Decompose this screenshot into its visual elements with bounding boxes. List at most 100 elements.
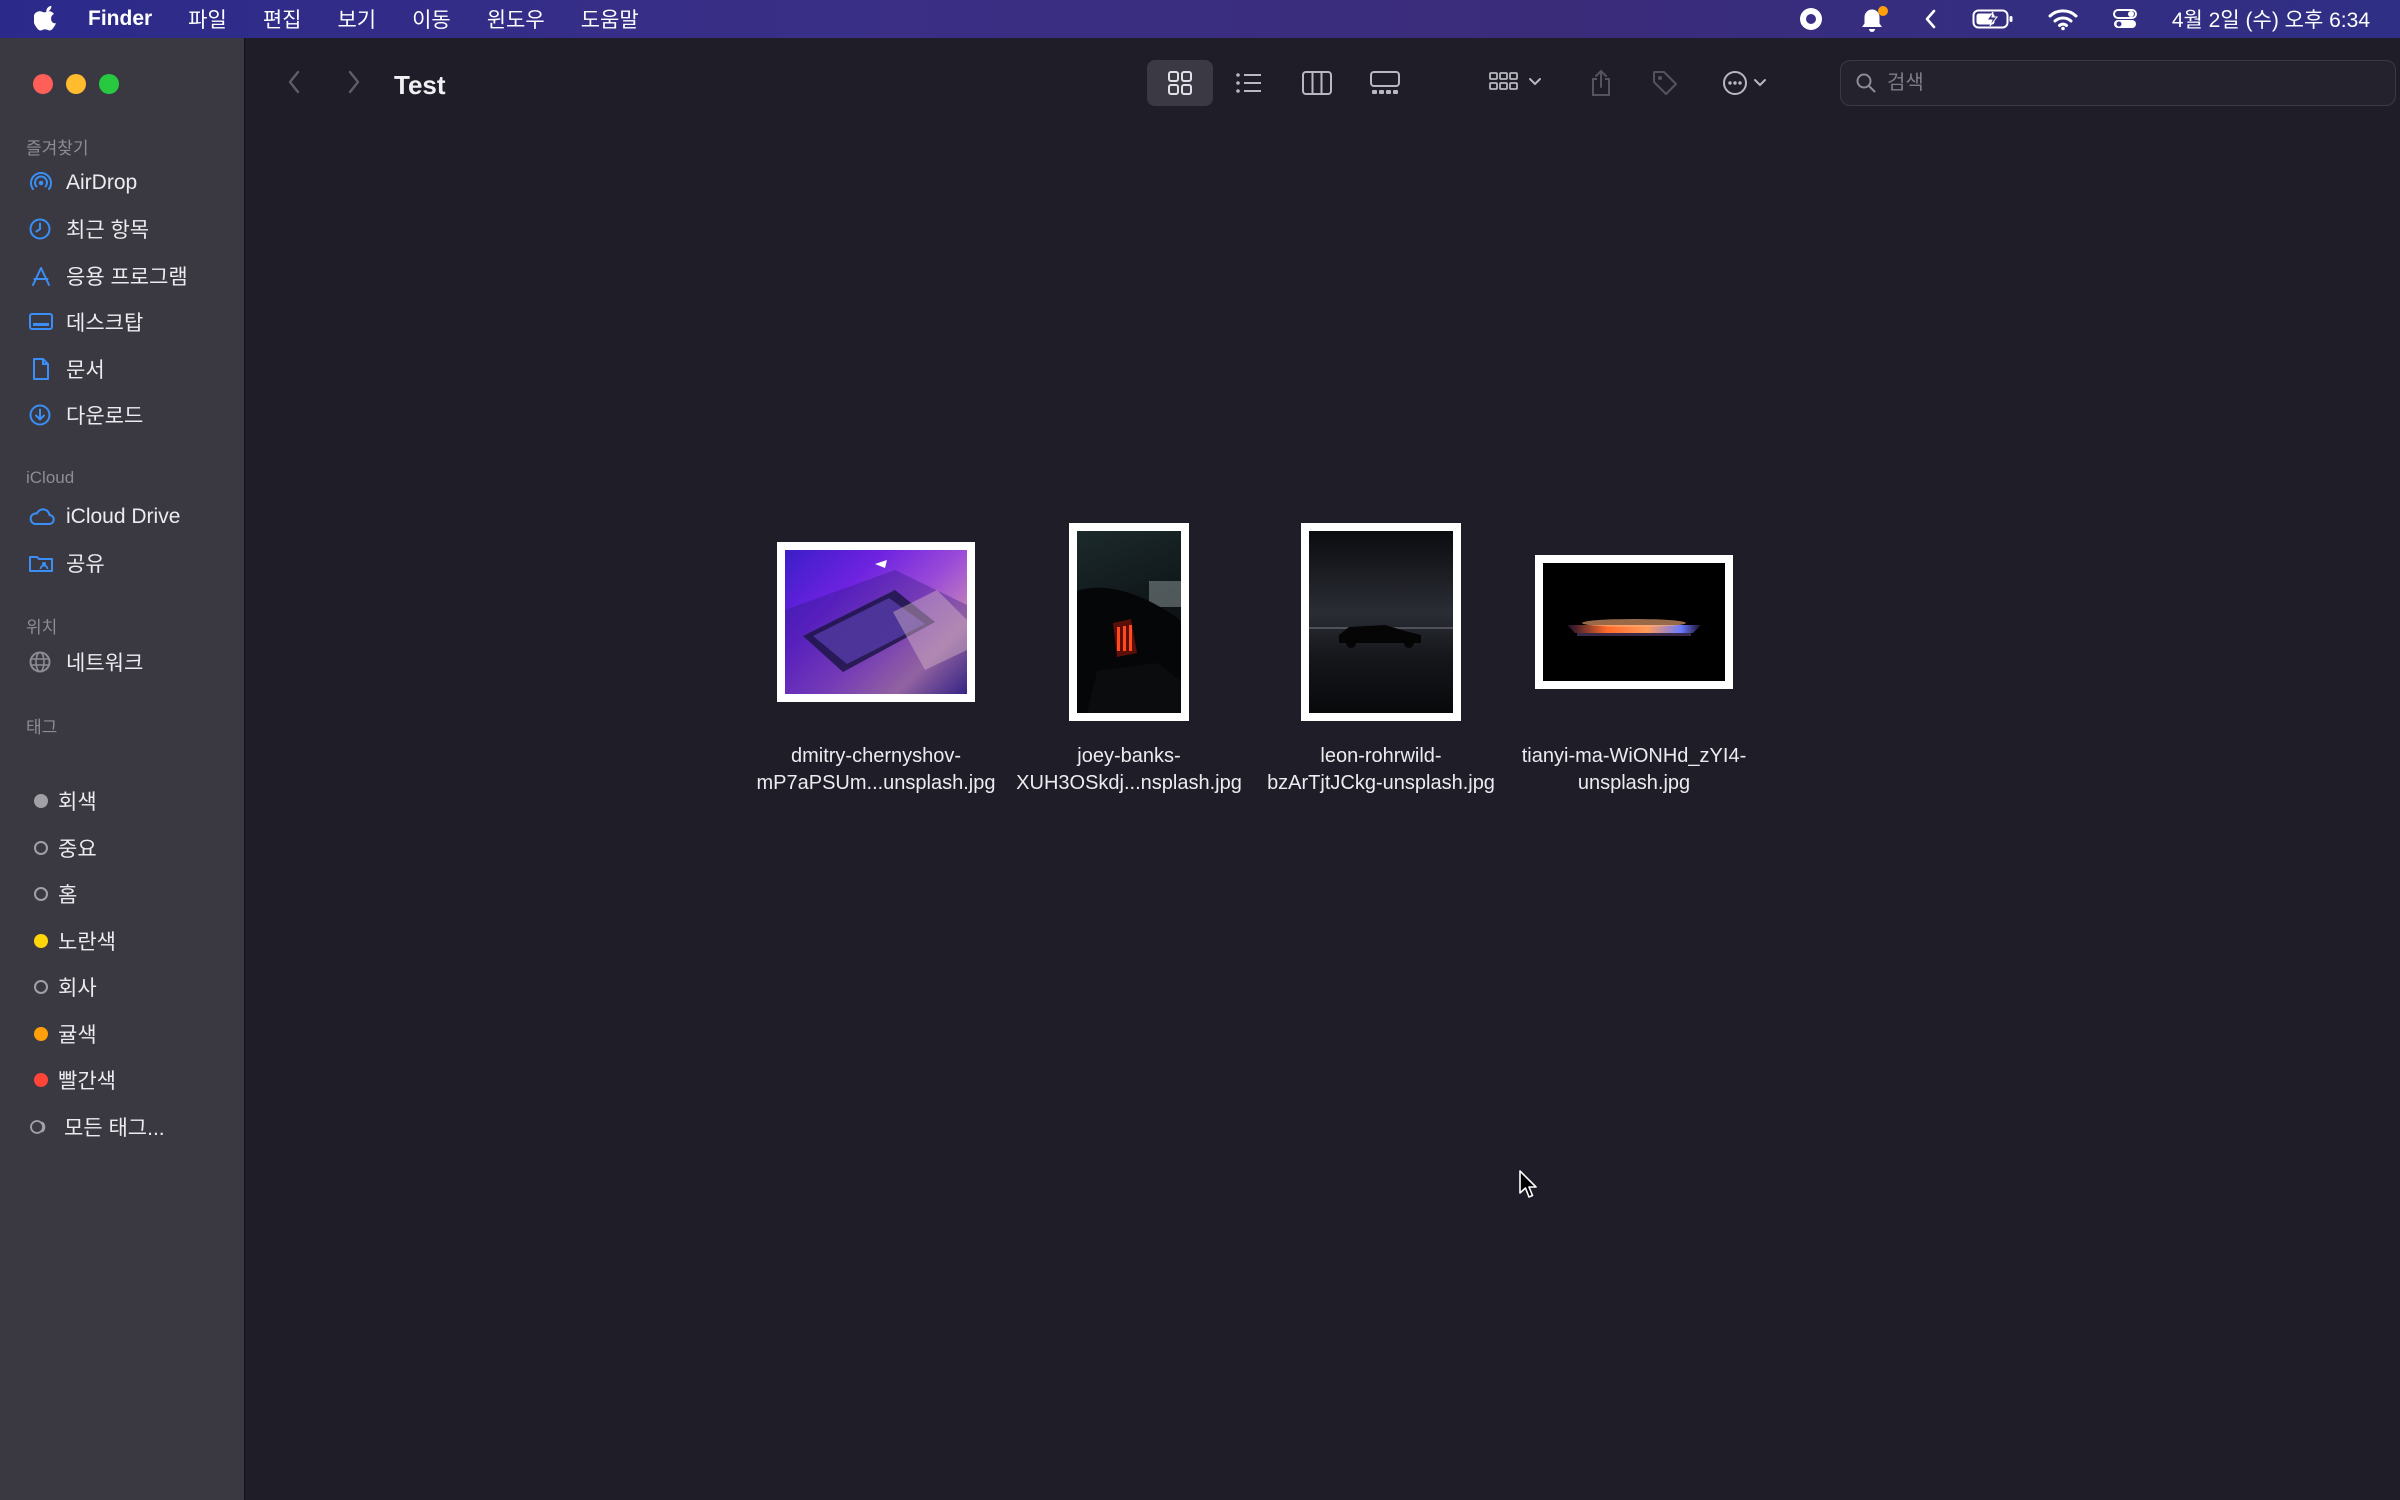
sidebar-tag-yellow[interactable]: 노란색 <box>28 924 116 958</box>
minimize-window-button[interactable] <box>66 74 86 94</box>
search-input[interactable] <box>1885 70 2369 96</box>
menu-edit[interactable]: 편집 <box>263 4 302 34</box>
sidebar-item-label: 네트워크 <box>66 652 144 675</box>
mouse-cursor-icon <box>1518 1169 1542 1206</box>
finder-window: 즐겨찾기 AirDrop 최근 항목 응용 프로그램 데스크탑 문서 다운로드 … <box>0 38 2400 1500</box>
search-icon <box>1855 72 1877 94</box>
share-button[interactable] <box>1578 60 1624 106</box>
sidebar-tag-red[interactable]: 빨간색 <box>28 1063 116 1097</box>
tag-dot-icon <box>34 980 48 994</box>
window-title: Test <box>394 70 446 100</box>
screen-record-icon[interactable] <box>1798 6 1824 32</box>
cloud-icon <box>28 504 58 530</box>
desktop-icon <box>28 309 58 335</box>
file-name[interactable]: leon-rohrwild- bzArTjtJCkg-unsplash.jpg <box>1246 743 1516 797</box>
sidebar-item-label: iCloud Drive <box>66 505 181 528</box>
battery-icon[interactable] <box>1972 8 2014 30</box>
tag-dot-icon <box>34 1073 48 1087</box>
tag-dot-icon <box>34 887 48 901</box>
sidebar-item-downloads[interactable]: 다운로드 <box>28 398 143 432</box>
fullscreen-window-button[interactable] <box>99 74 119 94</box>
sidebar-item-label: 공유 <box>66 553 105 576</box>
sidebar-tag-home[interactable]: 홈 <box>28 877 77 911</box>
file-name[interactable]: tianyi-ma-WiONHd_zYI4- unsplash.jpg <box>1499 743 1769 797</box>
file-thumbnail[interactable] <box>1069 523 1189 721</box>
sidebar: 즐겨찾기 AirDrop 최근 항목 응용 프로그램 데스크탑 문서 다운로드 … <box>0 38 245 1500</box>
sidebar-item-icloud-drive[interactable]: iCloud Drive <box>28 500 180 534</box>
file-name-line: dmitry-chernyshov- <box>790 745 962 767</box>
shared-folder-icon <box>28 550 58 576</box>
sidebar-item-documents[interactable]: 문서 <box>28 352 105 386</box>
menu-app-name[interactable]: Finder <box>88 7 152 31</box>
download-icon <box>28 402 58 428</box>
file-name-line: bzArTjtJCkg-unsplash.jpg <box>1267 772 1495 794</box>
sidebar-tag-work[interactable]: 회사 <box>28 970 97 1004</box>
ellipsis-circle-icon <box>1723 71 1766 95</box>
sidebar-section-favorites: 즐겨찾기 <box>26 139 89 158</box>
view-list-button[interactable] <box>1216 60 1282 106</box>
apps-icon <box>28 263 58 289</box>
file-name[interactable]: dmitry-chernyshov- mP7aPSUm...unsplash.j… <box>741 743 1011 797</box>
tag-dot-icon <box>34 794 48 808</box>
sidebar-item-label: 회색 <box>58 791 97 814</box>
clock-icon <box>28 216 58 242</box>
sidebar-tag-gray[interactable]: 회색 <box>28 784 97 818</box>
control-center-icon[interactable] <box>2112 7 2138 31</box>
sidebar-item-network[interactable]: 네트워크 <box>28 645 143 679</box>
network-icon <box>28 649 58 675</box>
file-name-line: leon-rohrwild- <box>1320 745 1442 767</box>
sidebar-item-applications[interactable]: 응용 프로그램 <box>28 259 188 293</box>
list-icon <box>1236 73 1261 93</box>
menu-file[interactable]: 파일 <box>188 4 227 34</box>
menu-clock[interactable]: 4월 2일 (수) 오후 6:34 <box>2172 4 2370 34</box>
sidebar-tag-orange[interactable]: 귤색 <box>28 1017 97 1051</box>
sidebar-item-label: 모든 태그... <box>64 1117 165 1140</box>
sidebar-section-locations: 위치 <box>26 618 58 637</box>
notification-bell-icon[interactable] <box>1858 5 1890 33</box>
tag-dot-icon <box>34 841 48 855</box>
sidebar-item-label: 귤색 <box>58 1024 97 1047</box>
sidebar-section-tags: 태그 <box>26 718 58 737</box>
file-thumbnail[interactable] <box>1535 555 1733 689</box>
apple-menu-icon[interactable] <box>34 4 60 34</box>
wifi-icon[interactable] <box>2048 7 2078 31</box>
search-field[interactable] <box>1840 60 2396 106</box>
file-name[interactable]: joey-banks- XUH3OSkdj...nsplash.jpg <box>994 743 1264 797</box>
status-area: 4월 2일 (수) 오후 6:34 <box>1798 0 2370 38</box>
forward-button[interactable] <box>340 66 368 98</box>
menu-view[interactable]: 보기 <box>337 4 376 34</box>
sidebar-item-label: 최근 항목 <box>66 219 150 242</box>
file-name-line: XUH3OSkdj...nsplash.jpg <box>1016 772 1242 794</box>
sidebar-item-label: 응용 프로그램 <box>66 266 188 289</box>
sidebar-item-airdrop[interactable]: AirDrop <box>28 166 137 200</box>
chevron-left-icon[interactable] <box>1924 8 1938 30</box>
tag-dot-icon <box>34 1027 48 1041</box>
sidebar-item-shared[interactable]: 공유 <box>28 546 105 580</box>
sidebar-item-recents[interactable]: 최근 항목 <box>28 212 149 246</box>
view-gallery-button[interactable] <box>1352 60 1418 106</box>
columns-icon <box>1302 71 1332 95</box>
menu-window[interactable]: 윈도우 <box>487 4 545 34</box>
tag-button[interactable] <box>1642 60 1688 106</box>
sidebar-tag-important[interactable]: 중요 <box>28 831 97 865</box>
sidebar-all-tags[interactable]: 모든 태그... <box>28 1110 165 1144</box>
all-tags-icon <box>28 1114 54 1140</box>
file-name-line: mP7aPSUm...unsplash.jpg <box>756 772 996 794</box>
menu-help[interactable]: 도움말 <box>581 4 639 34</box>
close-window-button[interactable] <box>33 74 53 94</box>
file-name-line: unsplash.jpg <box>1577 772 1691 794</box>
file-name-line: joey-banks- <box>1077 745 1181 767</box>
menu-go[interactable]: 이동 <box>412 4 451 34</box>
sidebar-item-label: 노란색 <box>58 931 116 954</box>
file-thumbnail[interactable] <box>1301 523 1461 721</box>
sidebar-item-desktop[interactable]: 데스크탑 <box>28 305 143 339</box>
back-button[interactable] <box>280 66 308 98</box>
file-thumbnail[interactable] <box>777 542 975 702</box>
airdrop-icon <box>28 170 58 196</box>
more-actions-button[interactable] <box>1710 60 1786 106</box>
group-by-button[interactable] <box>1480 60 1556 106</box>
sidebar-item-label: 회사 <box>58 977 97 1000</box>
view-columns-button[interactable] <box>1284 60 1350 106</box>
sidebar-item-label: 데스크탑 <box>66 312 144 335</box>
view-icons-button[interactable] <box>1147 60 1213 106</box>
